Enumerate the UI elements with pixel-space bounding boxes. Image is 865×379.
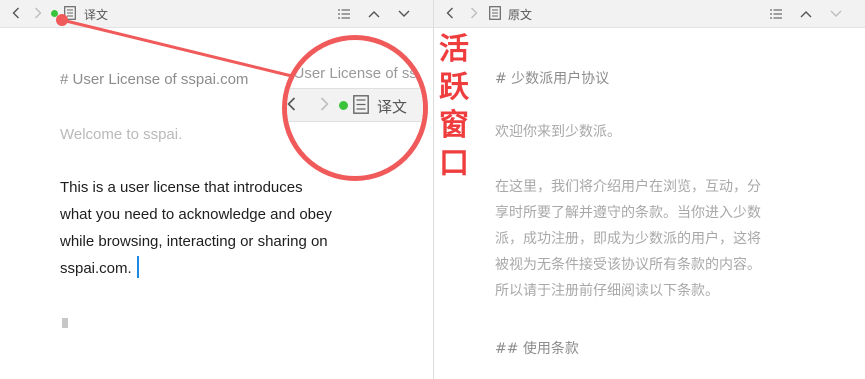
forward-icon — [320, 97, 329, 116]
active-window-indicator — [339, 101, 348, 110]
document-icon — [353, 95, 369, 119]
annotation-char: 窗 — [439, 108, 469, 143]
zoom-heading: # User License of sspai.com — [287, 65, 426, 82]
zoom-pane-title: 译文 — [377, 98, 408, 116]
zoom-toolbar: 译文 — [287, 88, 423, 122]
annotation-char: 活 — [439, 32, 469, 67]
callout-connector — [56, 14, 301, 80]
annotation-char: 口 — [439, 146, 469, 181]
back-icon — [287, 97, 296, 116]
annotation-char: 跃 — [439, 70, 469, 105]
magnifier-callout: # User License of sspai.com 译文 — [282, 35, 428, 181]
active-window-annotation: 活 跃 窗 口 — [438, 31, 470, 183]
